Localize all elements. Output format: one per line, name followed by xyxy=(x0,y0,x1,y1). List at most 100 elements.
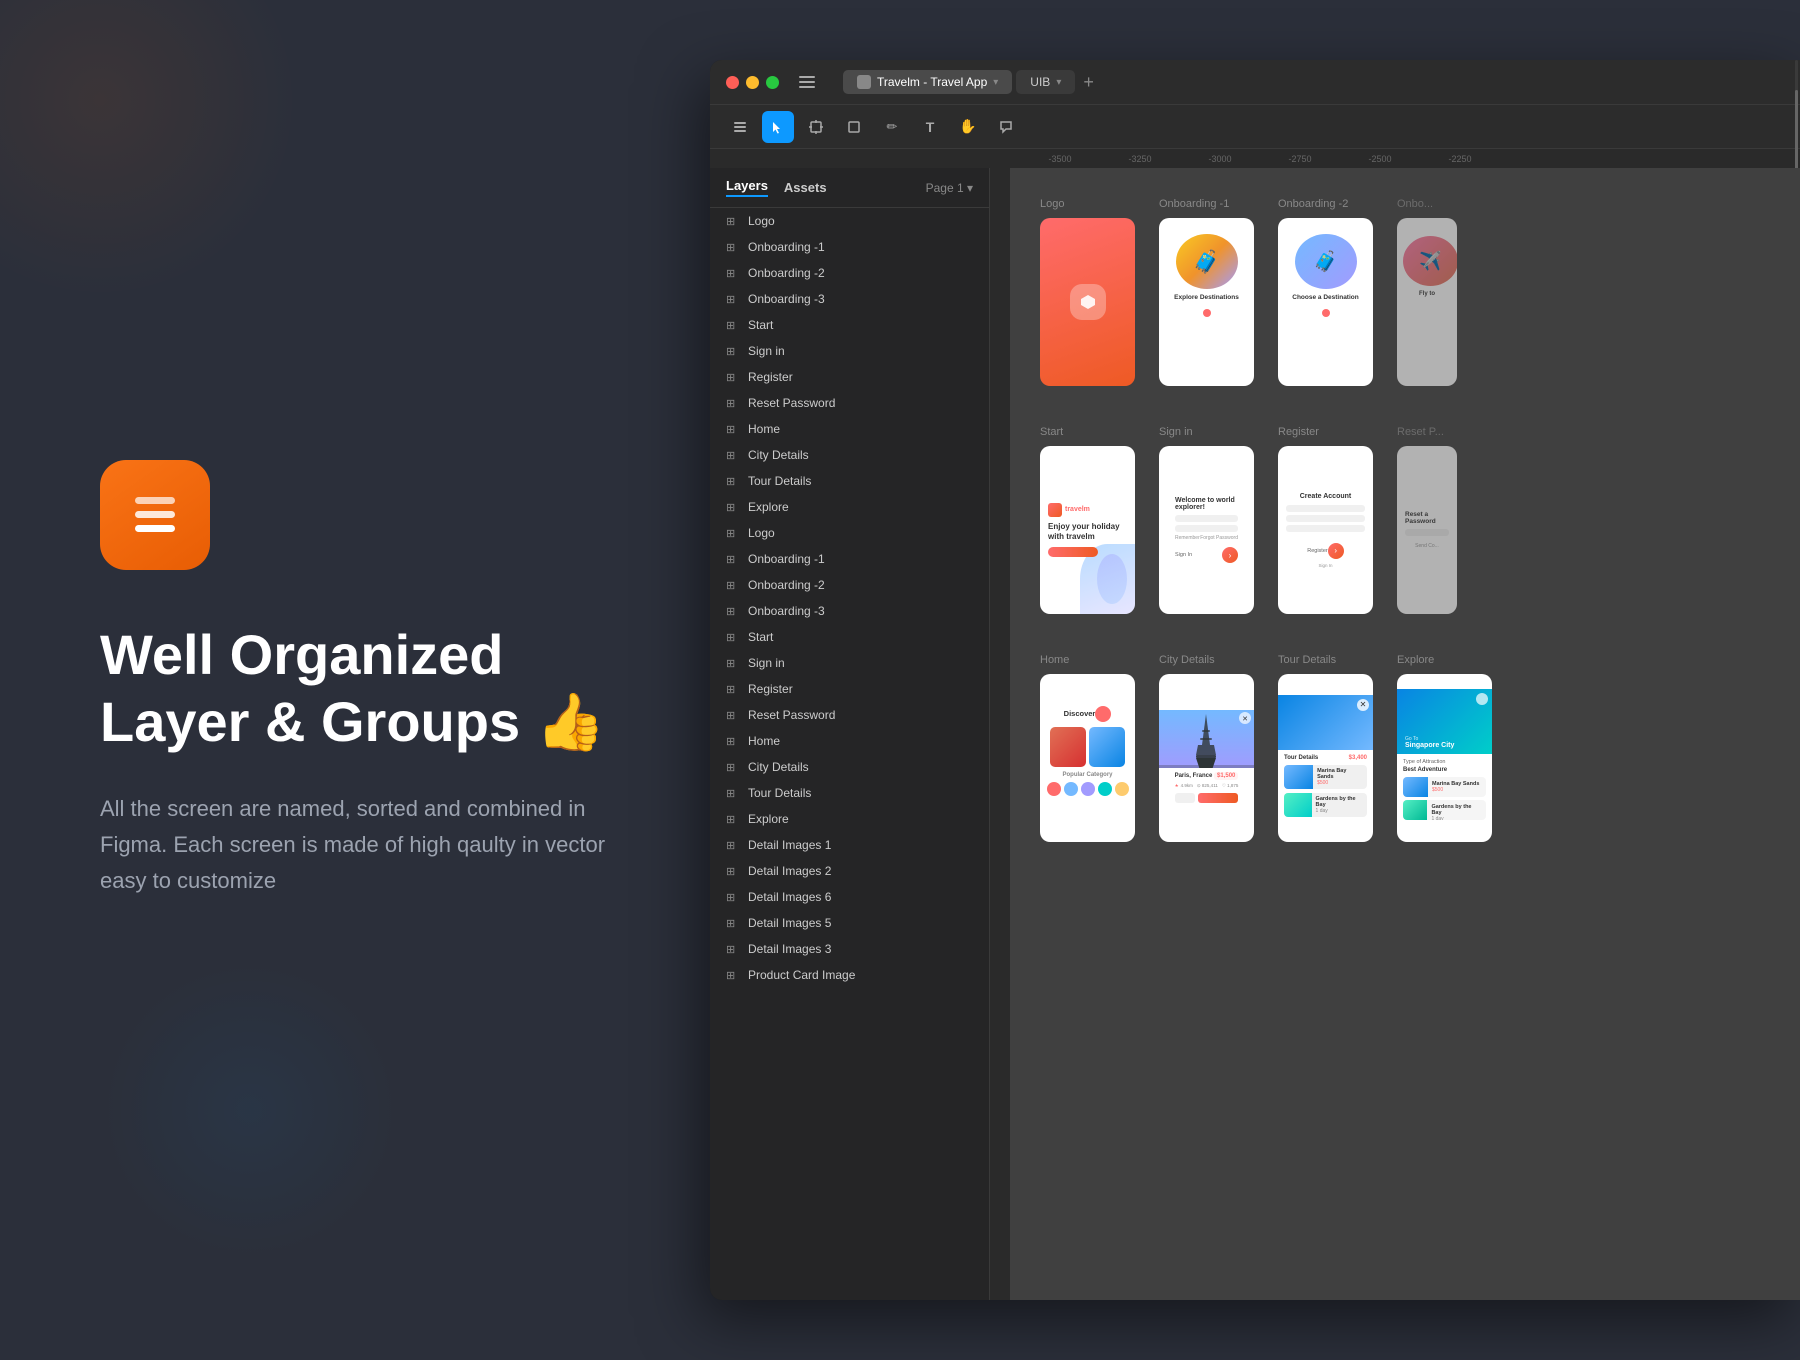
layer-item-city[interactable]: ⊞ City Details xyxy=(710,442,989,468)
layer-item-onboard1b[interactable]: ⊞ Onboarding -1 xyxy=(710,546,989,572)
city-save-btn[interactable] xyxy=(1175,793,1195,803)
layer-item-startb[interactable]: ⊞ Start xyxy=(710,624,989,650)
layer-item-cityb[interactable]: ⊞ City Details xyxy=(710,754,989,780)
shape-tool-btn[interactable] xyxy=(838,111,870,143)
layer-item-detail1[interactable]: ⊞ Detail Images 1 xyxy=(710,832,989,858)
layer-item-reset[interactable]: ⊞ Reset Password xyxy=(710,390,989,416)
layer-item-signin[interactable]: ⊞ Sign in xyxy=(710,338,989,364)
frame-onboard1[interactable]: 🧳 Explore Destinations xyxy=(1159,218,1254,386)
frame-explore[interactable]: Go To Singapore City Type of Attraction … xyxy=(1397,674,1492,842)
singapore-city: Singapore City xyxy=(1405,742,1454,749)
layers-tab[interactable]: Layers xyxy=(726,178,768,197)
main-heading: Well Organized Layer & Groups 👍 xyxy=(100,622,630,754)
layer-item-explore[interactable]: ⊞ Explore xyxy=(710,494,989,520)
maximize-button[interactable] xyxy=(766,76,779,89)
frame-onboard2[interactable]: 🧳 Choose a Destination xyxy=(1278,218,1373,386)
layer-item-detail2[interactable]: ⊞ Detail Images 2 xyxy=(710,858,989,884)
onboard2-img: 🧳 xyxy=(1295,234,1357,289)
page-label: Page 1 ▾ xyxy=(926,181,973,195)
sing-card1-img xyxy=(1403,777,1428,797)
hand-tool-btn[interactable]: ✋ xyxy=(952,111,984,143)
close-button[interactable] xyxy=(726,76,739,89)
layer-item-logo-2[interactable]: ⊞ Logo xyxy=(710,520,989,546)
layer-item-detail6[interactable]: ⊞ Detail Images 6 xyxy=(710,884,989,910)
ruler-mark-2: -3250 xyxy=(1100,154,1180,164)
frames-row-3: Home Discover Popular Cate xyxy=(1040,654,1770,842)
layer-item-exploreb[interactable]: ⊞ Explore xyxy=(710,806,989,832)
frame-label-onboard3: Onbo... xyxy=(1397,198,1433,210)
layer-item-product[interactable]: ⊞ Product Card Image xyxy=(710,962,989,988)
pen-tool-btn[interactable]: ✏ xyxy=(876,111,908,143)
paris-stat-2: ⊙ 825,411 xyxy=(1197,783,1218,789)
register-submit-btn[interactable]: › xyxy=(1328,543,1344,559)
layer-item-register[interactable]: ⊞ Register xyxy=(710,364,989,390)
select-tool-btn[interactable] xyxy=(762,111,794,143)
layer-item-onboard2[interactable]: ⊞ Onboarding -2 xyxy=(710,260,989,286)
home-card-1 xyxy=(1050,727,1086,767)
sing-card1-price: $500 xyxy=(1432,787,1479,793)
sing-card2-name: Gardens by the Bay xyxy=(1431,804,1482,816)
city-book-btn[interactable] xyxy=(1198,793,1239,803)
frame-city[interactable]: ✕ Paris, France $1,500 xyxy=(1159,674,1254,842)
layer-item-tourb[interactable]: ⊞ Tour Details xyxy=(710,780,989,806)
frame-home[interactable]: Discover Popular Category xyxy=(1040,674,1135,842)
layer-name: Explore xyxy=(748,500,789,514)
grid-icon: ⊞ xyxy=(726,709,740,722)
comment-tool-btn[interactable] xyxy=(990,111,1022,143)
grid-icon: ⊞ xyxy=(726,423,740,436)
layer-item-logo-1[interactable]: ⊞ Logo xyxy=(710,208,989,234)
layer-item-onboard1[interactable]: ⊞ Onboarding -1 xyxy=(710,234,989,260)
layer-item-signinb[interactable]: ⊞ Sign in xyxy=(710,650,989,676)
uib-tab-chevron: ▾ xyxy=(1056,77,1061,88)
layer-item-onboard2b[interactable]: ⊞ Onboarding -2 xyxy=(710,572,989,598)
frame-signin[interactable]: Welcome to world explorer! Remember Forg… xyxy=(1159,446,1254,614)
layer-name: Product Card Image xyxy=(748,968,855,982)
add-tab-button[interactable]: + xyxy=(1083,72,1094,93)
minimize-button[interactable] xyxy=(746,76,759,89)
grid-icon: ⊞ xyxy=(726,657,740,670)
explore-close-btn[interactable] xyxy=(1476,693,1488,705)
grid-icon: ⊞ xyxy=(726,917,740,930)
layer-item-home[interactable]: ⊞ Home xyxy=(710,416,989,442)
onboard1-emoji: 🧳 xyxy=(1193,249,1220,275)
menu-toolbar-btn[interactable] xyxy=(724,111,756,143)
figma-tab-main[interactable]: Travelm - Travel App ▾ xyxy=(843,70,1012,94)
layer-item-onboard3b[interactable]: ⊞ Onboarding -3 xyxy=(710,598,989,624)
frame-register[interactable]: Create Account Register › xyxy=(1278,446,1373,614)
start-explore-btn[interactable] xyxy=(1048,547,1098,557)
frame-start[interactable]: travelm Enjoy your holiday with travelm xyxy=(1040,446,1135,614)
layer-item-tour[interactable]: ⊞ Tour Details xyxy=(710,468,989,494)
frame-group-explore: Explore Go To Singapore City xyxy=(1397,654,1492,842)
tour-close-btn[interactable]: ✕ xyxy=(1357,699,1369,711)
layer-name: Detail Images 6 xyxy=(748,890,831,904)
tour-card1-img xyxy=(1284,765,1313,789)
text-tool-btn[interactable]: T xyxy=(914,111,946,143)
reset-title: Reset a Password xyxy=(1405,511,1449,525)
paris-price: $1,500 xyxy=(1214,772,1238,780)
assets-tab[interactable]: Assets xyxy=(784,180,827,195)
canvas-area[interactable]: Logo Onboarding -1 xyxy=(990,168,1800,1300)
layer-item-start[interactable]: ⊞ Start xyxy=(710,312,989,338)
figma-tab-uib[interactable]: UIB ▾ xyxy=(1016,70,1075,94)
tab-chevron: ▾ xyxy=(993,77,998,88)
frame-onboard3[interactable]: ✈️ Fly to xyxy=(1397,218,1457,386)
figma-menu-icon[interactable] xyxy=(799,72,819,92)
layer-item-detail5[interactable]: ⊞ Detail Images 5 xyxy=(710,910,989,936)
layer-item-homeb[interactable]: ⊞ Home xyxy=(710,728,989,754)
frame-logo[interactable] xyxy=(1040,218,1135,386)
layer-item-detail3[interactable]: ⊞ Detail Images 3 xyxy=(710,936,989,962)
signin-submit-btn[interactable]: › xyxy=(1222,547,1238,563)
home-icon-5 xyxy=(1115,782,1129,796)
frame-tour[interactable]: ✕ Tour Details $3,400 xyxy=(1278,674,1373,842)
layer-item-registerb[interactable]: ⊞ Register xyxy=(710,676,989,702)
signin-actions: Sign In › xyxy=(1175,547,1238,563)
layer-name: Sign in xyxy=(748,656,785,670)
frame-reset[interactable]: Reset a Password Send Co... xyxy=(1397,446,1457,614)
layer-item-resetb[interactable]: ⊞ Reset Password xyxy=(710,702,989,728)
frame-label-onboard1: Onboarding -1 xyxy=(1159,198,1229,210)
signin-forgot: Forgot Password xyxy=(1200,535,1238,541)
layer-item-onboard3[interactable]: ⊞ Onboarding -3 xyxy=(710,286,989,312)
paris-info: Paris, France $1,500 ★ 4.9km ⊙ 825,411 xyxy=(1169,768,1245,807)
layer-name: Detail Images 1 xyxy=(748,838,831,852)
frame-tool-btn[interactable] xyxy=(800,111,832,143)
